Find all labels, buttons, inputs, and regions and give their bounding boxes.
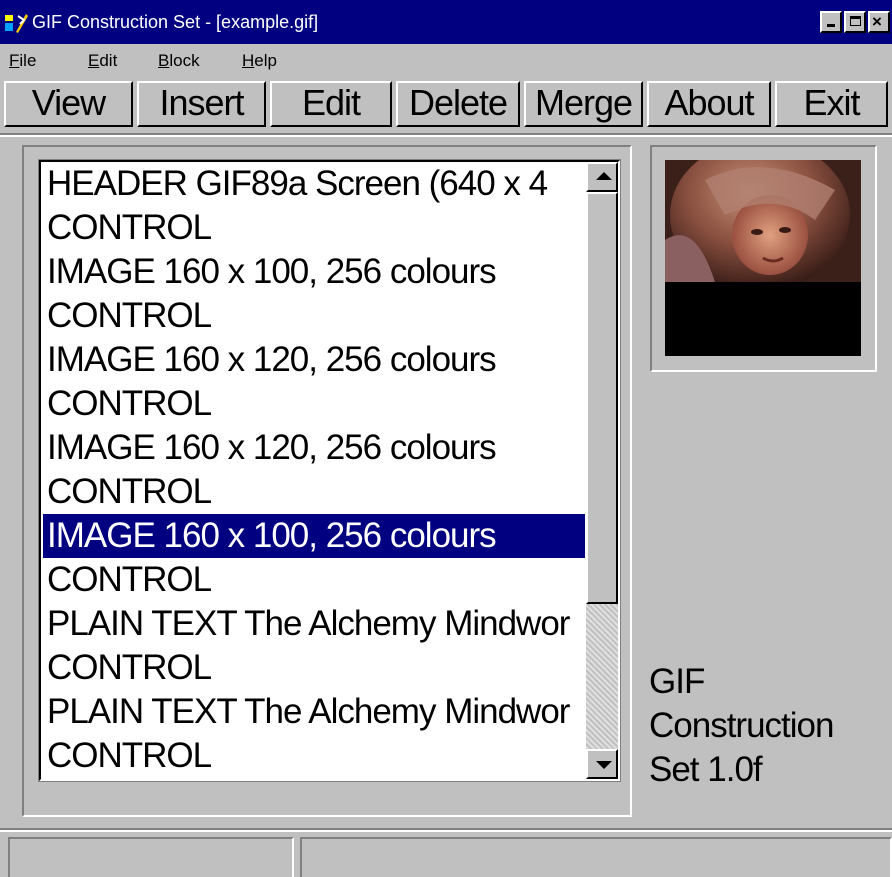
list-item-selected[interactable]: IMAGE 160 x 100, 256 colours <box>43 514 585 558</box>
list-item[interactable]: IMAGE 160 x 120, 256 colours <box>43 426 585 470</box>
arrow-up-icon <box>596 172 612 180</box>
list-item[interactable]: PLAIN TEXT The Alchemy Mindwor <box>43 602 585 646</box>
portrait-thumbnail <box>665 160 861 282</box>
vertical-scrollbar[interactable] <box>586 162 618 779</box>
minimize-icon <box>827 24 835 27</box>
minimize-button[interactable] <box>820 11 842 33</box>
list-item[interactable]: CONTROL <box>43 206 585 250</box>
merge-button[interactable]: Merge <box>524 81 643 127</box>
delete-button[interactable]: Delete <box>396 81 520 127</box>
list-item[interactable]: CONTROL <box>43 734 585 778</box>
scroll-down-button[interactable] <box>586 749 618 779</box>
toolbar-divider <box>0 133 892 137</box>
menu-file[interactable]: File <box>9 52 36 70</box>
title-bar: GIF Construction Set - [example.gif] × <box>0 0 892 44</box>
toolbar: View Insert Edit Delete Merge About Exit <box>0 78 892 130</box>
maximize-button[interactable] <box>844 11 866 33</box>
list-item[interactable]: CONTROL <box>43 558 585 602</box>
menu-bar: File Edit Block Help <box>0 44 892 76</box>
list-item[interactable]: CONTROL <box>43 470 585 514</box>
list-item[interactable]: HEADER GIF89a Screen (640 x 4 <box>43 162 585 206</box>
status-pane-left <box>8 837 294 877</box>
list-item[interactable]: IMAGE 160 x 120, 256 colours <box>43 338 585 382</box>
list-item[interactable]: CONTROL <box>43 294 585 338</box>
list-item[interactable]: CONTROL <box>43 382 585 426</box>
close-icon: × <box>872 12 882 31</box>
status-divider <box>0 828 892 832</box>
arrow-down-icon <box>596 761 612 769</box>
menu-edit[interactable]: Edit <box>88 52 117 70</box>
menu-help[interactable]: Help <box>242 52 277 70</box>
list-item[interactable]: CONTROL <box>43 646 585 690</box>
list-item[interactable]: IMAGE 160 x 100, 256 colours <box>43 250 585 294</box>
window-title: GIF Construction Set - [example.gif] <box>32 12 319 32</box>
about-button[interactable]: About <box>647 81 771 127</box>
block-list[interactable]: HEADER GIF89a Screen (640 x 4 CONTROL IM… <box>39 160 620 781</box>
exit-button[interactable]: Exit <box>775 81 888 127</box>
app-icon <box>5 14 28 33</box>
status-pane-right <box>300 837 892 877</box>
app-version-label: GIF Construction Set 1.0f <box>649 662 834 789</box>
scroll-thumb[interactable] <box>586 192 618 604</box>
list-item[interactable]: PLAIN TEXT The Alchemy Mindwor <box>43 690 585 734</box>
maximize-icon <box>850 16 861 26</box>
insert-button[interactable]: Insert <box>137 81 266 127</box>
image-preview <box>665 160 861 356</box>
menu-block[interactable]: Block <box>158 52 200 70</box>
view-button[interactable]: View <box>4 81 133 127</box>
close-button[interactable]: × <box>868 11 890 33</box>
edit-button[interactable]: Edit <box>270 81 392 127</box>
scroll-up-button[interactable] <box>586 162 618 192</box>
